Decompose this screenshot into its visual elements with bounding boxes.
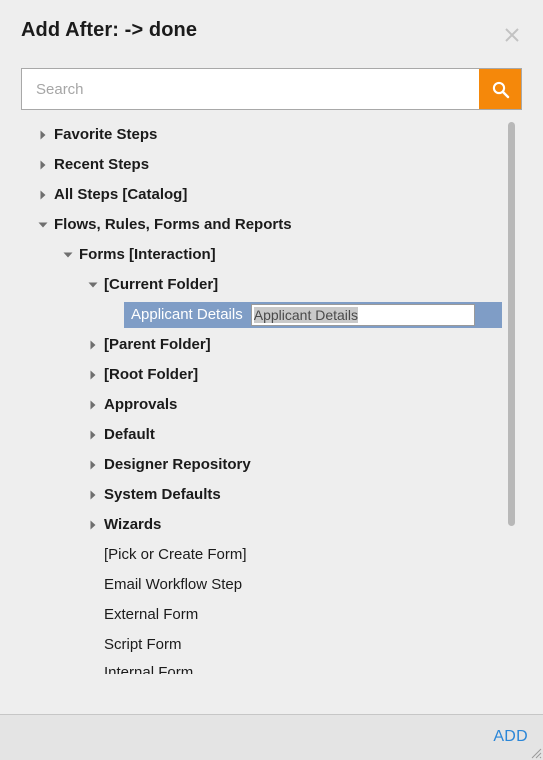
search-field-group <box>21 68 522 110</box>
tree-node-label: Favorite Steps <box>54 126 158 143</box>
tree-node-label: Wizards <box>104 516 162 533</box>
tree-row[interactable]: Recent Steps <box>0 150 543 180</box>
page-title: Add After: -> done <box>21 19 198 41</box>
tree-node-label: [Current Folder] <box>104 276 219 293</box>
tree-row[interactable]: All Steps [Catalog] <box>0 180 543 210</box>
tree-row[interactable]: Flows, Rules, Forms and Reports <box>0 210 543 240</box>
chevron-down-icon[interactable] <box>36 210 50 240</box>
search-icon <box>492 81 509 98</box>
chevron-right-icon[interactable] <box>86 450 100 480</box>
tree-row[interactable]: Internal Form <box>0 660 543 674</box>
tree-node-label: Forms [Interaction] <box>79 246 216 263</box>
chevron-right-icon[interactable] <box>36 120 50 150</box>
tree-row[interactable]: [Root Folder] <box>0 360 543 390</box>
tree-node-label: Recent Steps <box>54 156 150 173</box>
tree-row[interactable]: Favorite Steps <box>0 120 543 150</box>
tree-row[interactable]: Applicant Details <box>0 300 543 330</box>
tree-row[interactable]: Default <box>0 420 543 450</box>
tree-row[interactable]: [Parent Folder] <box>0 330 543 360</box>
tree-row[interactable]: External Form <box>0 600 543 630</box>
rename-node-input[interactable] <box>250 304 475 326</box>
tree-node-label: [Parent Folder] <box>104 336 211 353</box>
tree-row[interactable]: Approvals <box>0 390 543 420</box>
chevron-right-icon[interactable] <box>86 480 100 510</box>
chevron-down-icon[interactable] <box>86 270 100 300</box>
tree-row[interactable]: Wizards <box>0 510 543 540</box>
chevron-right-icon[interactable] <box>36 180 50 210</box>
chevron-right-icon[interactable] <box>86 330 100 360</box>
tree-row[interactable]: Script Form <box>0 630 543 660</box>
step-tree: Favorite Steps Recent Steps All Steps [Cat… <box>0 120 543 674</box>
tree-row[interactable]: Designer Repository <box>0 450 543 480</box>
tree-node-label: Internal Form <box>104 664 194 674</box>
chevron-right-icon[interactable] <box>36 150 50 180</box>
tree-node-label: Default <box>104 426 155 443</box>
tree-node-label: Email Workflow Step <box>104 576 243 593</box>
tree-node-label: Designer Repository <box>104 456 251 473</box>
search-input[interactable] <box>22 69 479 109</box>
chevron-right-icon[interactable] <box>86 510 100 540</box>
add-button[interactable]: ADD <box>493 728 528 746</box>
tree-row[interactable]: Email Workflow Step <box>0 570 543 600</box>
dialog-header: Add After: -> done <box>0 0 543 58</box>
tree-node-label: External Form <box>104 606 199 623</box>
tree-node-label: [Root Folder] <box>104 366 199 383</box>
selected-node-edit-band: Applicant Details <box>124 302 502 328</box>
search-button[interactable] <box>479 69 521 109</box>
tree-node-label: [Pick or Create Form] <box>104 546 247 563</box>
search-row <box>0 58 543 110</box>
tree-node-label: Approvals <box>104 396 178 413</box>
tree-node-label: All Steps [Catalog] <box>54 186 188 203</box>
tree-row[interactable]: [Pick or Create Form] <box>0 540 543 570</box>
tree-node-label: System Defaults <box>104 486 221 503</box>
chevron-right-icon[interactable] <box>86 390 100 420</box>
chevron-right-icon[interactable] <box>86 420 100 450</box>
step-tree-scroll-area[interactable]: Favorite Steps Recent Steps All Steps [Cat… <box>0 110 543 714</box>
tree-row[interactable]: Forms [Interaction] <box>0 240 543 270</box>
tree-node-label: Script Form <box>104 636 182 653</box>
chevron-right-icon[interactable] <box>86 360 100 390</box>
tree-row[interactable]: [Current Folder] <box>0 270 543 300</box>
dialog-footer: ADD <box>0 714 543 760</box>
tree-scrollbar[interactable] <box>508 122 515 706</box>
selected-node-label: Applicant Details <box>131 306 243 323</box>
chevron-down-icon[interactable] <box>61 240 75 270</box>
tree-scrollbar-thumb[interactable] <box>508 122 515 526</box>
tree-node-label: Flows, Rules, Forms and Reports <box>54 216 292 233</box>
resize-grip-icon[interactable] <box>528 745 542 759</box>
close-icon[interactable] <box>499 22 525 48</box>
tree-row[interactable]: System Defaults <box>0 480 543 510</box>
add-step-dialog: Add After: -> done Favorite Steps Recent … <box>0 0 543 760</box>
